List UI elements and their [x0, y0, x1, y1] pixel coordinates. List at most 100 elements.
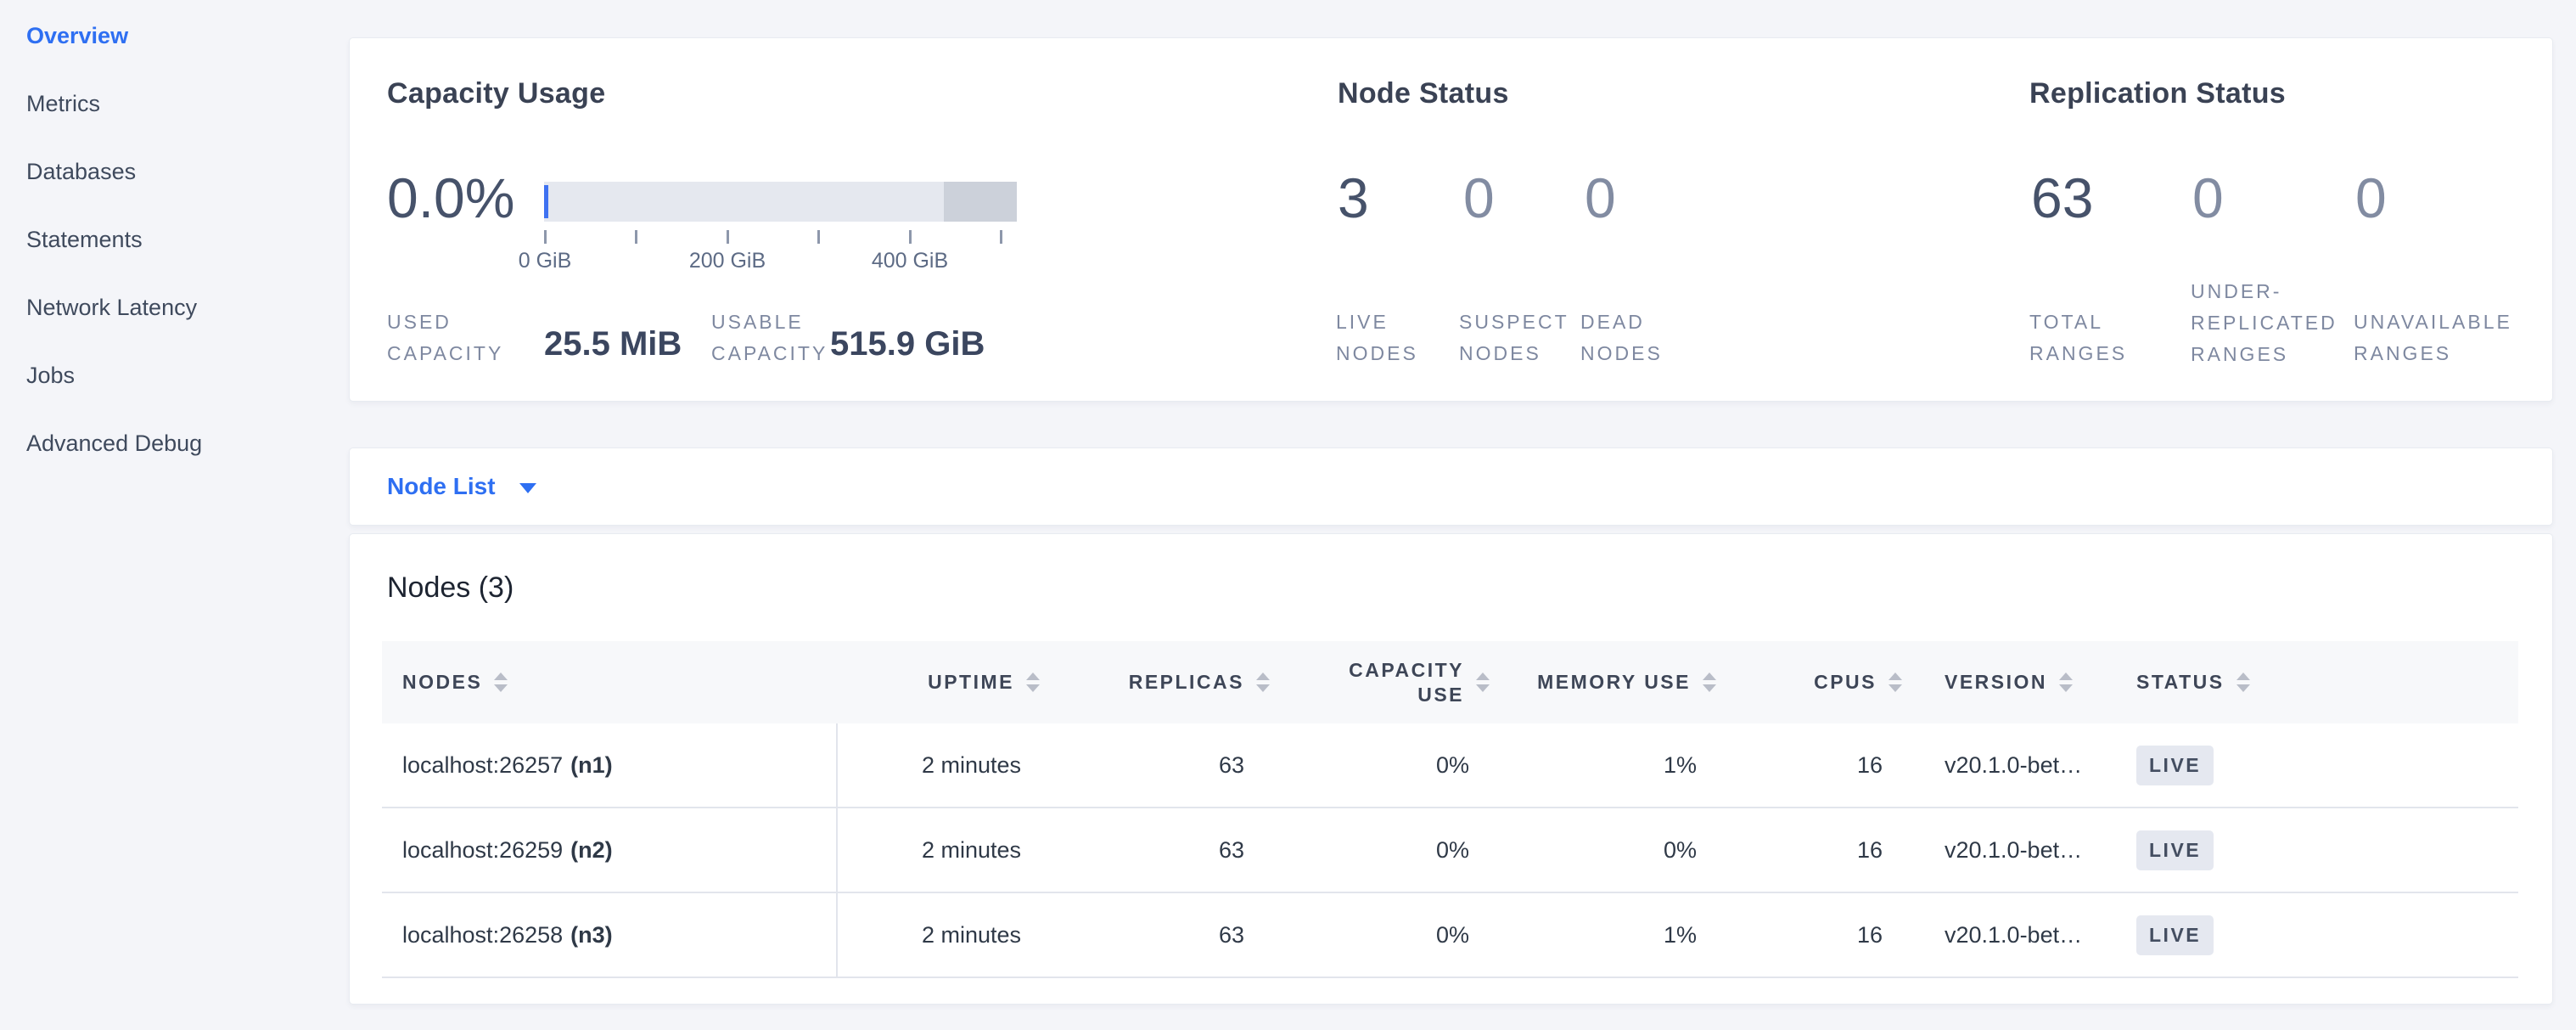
axis-tick-mark [727, 230, 729, 244]
sidebar-item-jobs[interactable]: Jobs [0, 341, 349, 409]
column-header-replicas[interactable]: REPLICAS [1040, 641, 1270, 723]
axis-tick-mark [544, 230, 547, 244]
column-header-status[interactable]: STATUS [2116, 641, 2518, 723]
usable-capacity-value: 515.9 GiB [830, 325, 985, 363]
label-line: REPLICATED [2191, 307, 2337, 339]
sort-icon[interactable] [1026, 673, 1040, 692]
node-id: (n2) [570, 837, 613, 864]
column-header-cpus[interactable]: CPUS [1716, 641, 1902, 723]
replicas-cell: 63 [1040, 723, 1270, 807]
column-header-version[interactable]: VERSION [1902, 641, 2116, 723]
sort-icon[interactable] [1889, 673, 1902, 692]
status-cell: LIVE [2116, 893, 2518, 977]
node-address-link[interactable]: localhost:26258 [402, 922, 563, 948]
status-badge: LIVE [2136, 746, 2214, 785]
axis-tick-label: 0 GiB [519, 249, 572, 273]
column-header-memory-use[interactable]: MEMORY USE [1490, 641, 1716, 723]
node-list-dropdown[interactable]: Node List [387, 473, 536, 500]
capacity-use-cell: 0% [1270, 893, 1490, 977]
label-line: UNDER- [2191, 276, 2337, 307]
sidebar-item-advanced-debug[interactable]: Advanced Debug [0, 409, 349, 477]
label-line: USED [387, 307, 503, 338]
live-nodes-count: 3 [1338, 166, 1369, 230]
sidebar-item-label: Overview [26, 23, 128, 49]
column-header-label: MEMORY USE [1537, 671, 1691, 694]
sidebar-item-databases[interactable]: Databases [0, 138, 349, 205]
sort-icon[interactable] [494, 673, 508, 692]
column-header-uptime[interactable]: UPTIME [838, 641, 1040, 723]
capacity-use-cell: 0% [1270, 808, 1490, 892]
status-cell: LIVE [2116, 808, 2518, 892]
suspect-nodes-count: 0 [1463, 166, 1495, 230]
label-line: CAPACITY [387, 338, 503, 369]
sidebar-item-statements[interactable]: Statements [0, 205, 349, 273]
chevron-down-icon [519, 483, 536, 493]
label-line: RANGES [2029, 338, 2127, 369]
label-line: USABLE [711, 307, 828, 338]
table-row[interactable]: localhost:26258 (n3) 2 minutes 63 0% 1% … [382, 893, 2518, 978]
version-cell: v20.1.0-bet… [1902, 893, 2116, 977]
column-header-label: STATUS [2136, 671, 2225, 694]
label-line: TOTAL [2029, 307, 2127, 338]
label-line: NODES [1580, 338, 1663, 369]
sort-icon[interactable] [2236, 673, 2250, 692]
used-capacity-label: USED CAPACITY [387, 307, 503, 369]
view-selector-card: Node List [349, 447, 2553, 526]
sidebar-item-label: Statements [26, 227, 143, 253]
live-nodes-label: LIVE NODES [1336, 307, 1418, 369]
node-status-title: Node Status [1338, 77, 1509, 110]
label-line: NODES [1459, 338, 1569, 369]
nodes-table-header: NODES UPTIME REPLICAS CAPACITY USE MEMOR… [382, 641, 2518, 723]
status-cell: LIVE [2116, 723, 2518, 807]
column-header-capacity-use[interactable]: CAPACITY USE [1270, 641, 1490, 723]
table-row[interactable]: localhost:26259 (n2) 2 minutes 63 0% 0% … [382, 808, 2518, 893]
memory-use-cell: 1% [1490, 893, 1716, 977]
node-id: (n3) [570, 922, 613, 948]
nodes-table: NODES UPTIME REPLICAS CAPACITY USE MEMOR… [382, 641, 2518, 978]
column-header-nodes[interactable]: NODES [382, 641, 838, 723]
sort-icon[interactable] [1703, 673, 1716, 692]
capacity-usage-bar [544, 182, 1017, 222]
sidebar-item-network-latency[interactable]: Network Latency [0, 273, 349, 341]
column-header-label: UPTIME [928, 671, 1014, 694]
uptime-cell: 2 minutes [838, 893, 1040, 977]
status-badge: LIVE [2136, 830, 2214, 870]
sort-icon[interactable] [2059, 673, 2073, 692]
node-address-link[interactable]: localhost:26259 [402, 837, 563, 864]
cpus-cell: 16 [1716, 893, 1902, 977]
node-address-link[interactable]: localhost:26257 [402, 752, 563, 779]
memory-use-cell: 0% [1490, 808, 1716, 892]
axis-tick-mark [635, 230, 637, 244]
nodes-card: Nodes (3) NODES UPTIME REPLICAS CAPACITY… [349, 533, 2553, 1005]
version-cell: v20.1.0-bet… [1902, 808, 2116, 892]
under-replicated-ranges-label: UNDER- REPLICATED RANGES [2191, 276, 2337, 370]
sidebar-item-label: Jobs [26, 363, 75, 389]
sidebar-nav: Overview Metrics Databases Statements Ne… [0, 0, 349, 477]
sidebar-item-overview[interactable]: Overview [0, 2, 349, 70]
capacity-bar-reserved-segment [944, 182, 1017, 222]
sidebar: Overview Metrics Databases Statements Ne… [0, 0, 349, 1030]
node-id: (n1) [570, 752, 613, 779]
axis-tick-label: 400 GiB [872, 249, 948, 273]
sort-icon[interactable] [1476, 673, 1490, 692]
sidebar-item-metrics[interactable]: Metrics [0, 70, 349, 138]
table-row[interactable]: localhost:26257 (n1) 2 minutes 63 0% 1% … [382, 723, 2518, 808]
total-ranges-label: TOTAL RANGES [2029, 307, 2127, 369]
replication-status-title: Replication Status [2029, 77, 2286, 110]
dead-nodes-count: 0 [1585, 166, 1616, 230]
uptime-cell: 2 minutes [838, 723, 1040, 807]
replicas-cell: 63 [1040, 808, 1270, 892]
memory-use-cell: 1% [1490, 723, 1716, 807]
node-cell: localhost:26258 (n3) [382, 893, 838, 977]
capacity-used-percent: 0.0% [387, 166, 514, 230]
column-header-label: NODES [402, 671, 482, 694]
sort-icon[interactable] [1256, 673, 1270, 692]
label-line: UNAVAILABLE [2354, 307, 2512, 338]
column-header-label: VERSION [1945, 671, 2047, 694]
node-cell: localhost:26259 (n2) [382, 808, 838, 892]
cpus-cell: 16 [1716, 808, 1902, 892]
status-badge: LIVE [2136, 915, 2214, 955]
sidebar-item-label: Network Latency [26, 295, 197, 321]
used-capacity-value: 25.5 MiB [544, 325, 682, 363]
label-line: RANGES [2354, 338, 2512, 369]
